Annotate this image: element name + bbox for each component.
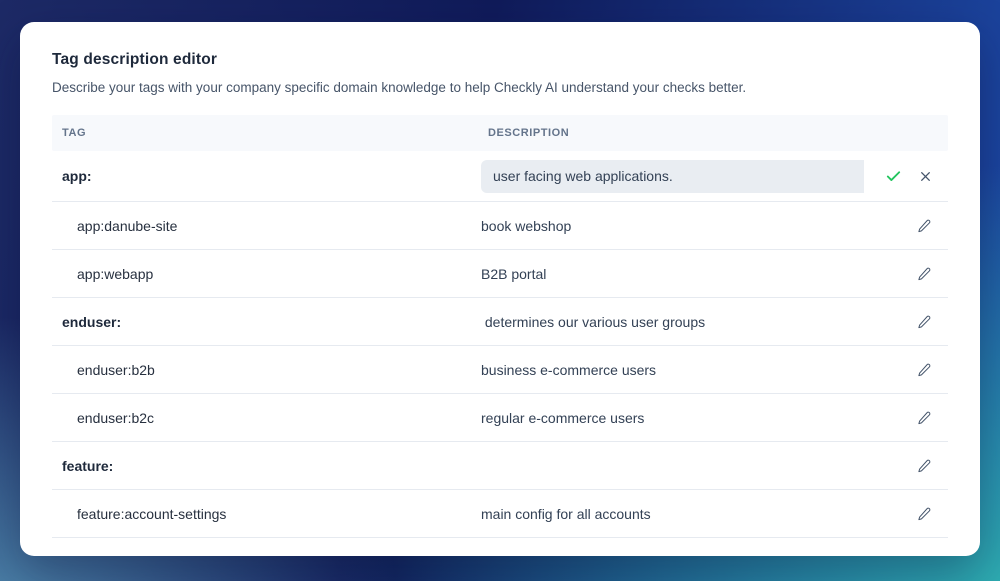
table-row: feature:account-settings main config for… bbox=[52, 490, 948, 538]
row-actions bbox=[864, 505, 948, 523]
tag-label: app:danube-site bbox=[77, 217, 178, 234]
row-actions bbox=[864, 361, 948, 379]
row-actions bbox=[864, 409, 948, 427]
page-subtitle: Describe your tags with your company spe… bbox=[52, 80, 747, 95]
pencil-icon bbox=[917, 361, 932, 379]
pencil-button[interactable] bbox=[917, 265, 932, 283]
pencil-button[interactable] bbox=[917, 217, 932, 235]
x-icon bbox=[919, 170, 932, 183]
row-actions bbox=[864, 265, 948, 283]
row-actions bbox=[864, 457, 948, 475]
tag-label: enduser:b2b bbox=[77, 361, 155, 378]
pencil-icon bbox=[917, 217, 932, 235]
description-cell: B2B portal bbox=[481, 265, 547, 282]
row-actions bbox=[864, 217, 948, 235]
tag-description-editor-card: Tag description editor Describe your tag… bbox=[20, 22, 980, 556]
page-title: Tag description editor bbox=[52, 51, 218, 68]
description-input[interactable] bbox=[481, 159, 864, 193]
table-row: app: bbox=[52, 151, 948, 202]
pencil-icon bbox=[917, 313, 932, 331]
table-body: app: app:danube-site book webshop app:we… bbox=[52, 151, 948, 538]
table-row: enduser:b2b business e-commerce users bbox=[52, 346, 948, 394]
pencil-icon bbox=[917, 505, 932, 523]
pencil-button[interactable] bbox=[917, 409, 932, 427]
description-cell: book webshop bbox=[481, 217, 572, 234]
tag-label: app: bbox=[62, 168, 92, 184]
pencil-button[interactable] bbox=[917, 313, 932, 331]
tag-label: app:webapp bbox=[77, 265, 154, 282]
tag-label: enduser:b2c bbox=[77, 409, 155, 426]
table-row: enduser: determines our various user gro… bbox=[52, 298, 948, 346]
pencil-icon bbox=[917, 265, 932, 283]
table-row: feature: bbox=[52, 442, 948, 490]
table-row: enduser:b2c regular e-commerce users bbox=[52, 394, 948, 442]
tag-label: enduser: bbox=[62, 313, 122, 330]
row-actions bbox=[864, 168, 948, 185]
description-cell: business e-commerce users bbox=[481, 361, 657, 378]
table-row: app:webapp B2B portal bbox=[52, 250, 948, 298]
column-header-description: DESCRIPTION bbox=[488, 127, 570, 139]
description-cell bbox=[480, 159, 864, 193]
tag-label: feature: bbox=[62, 457, 114, 474]
x-button[interactable] bbox=[919, 170, 932, 183]
table-header-row: TAG DESCRIPTION bbox=[52, 115, 948, 151]
pencil-button[interactable] bbox=[917, 361, 932, 379]
column-header-tag: TAG bbox=[62, 127, 87, 139]
check-button[interactable] bbox=[885, 168, 902, 185]
description-cell: determines our various user groups bbox=[481, 313, 706, 330]
pencil-button[interactable] bbox=[917, 505, 932, 523]
description-cell: regular e-commerce users bbox=[481, 409, 645, 426]
table-row: app:danube-site book webshop bbox=[52, 202, 948, 250]
pencil-button[interactable] bbox=[917, 457, 932, 475]
tag-label: feature:account-settings bbox=[77, 505, 227, 522]
pencil-icon bbox=[917, 409, 932, 427]
pencil-icon bbox=[917, 457, 932, 475]
tag-table: TAG DESCRIPTION app: app:danube-site boo… bbox=[52, 115, 948, 538]
row-actions bbox=[864, 313, 948, 331]
check-icon bbox=[885, 168, 902, 185]
description-cell: main config for all accounts bbox=[481, 505, 651, 522]
